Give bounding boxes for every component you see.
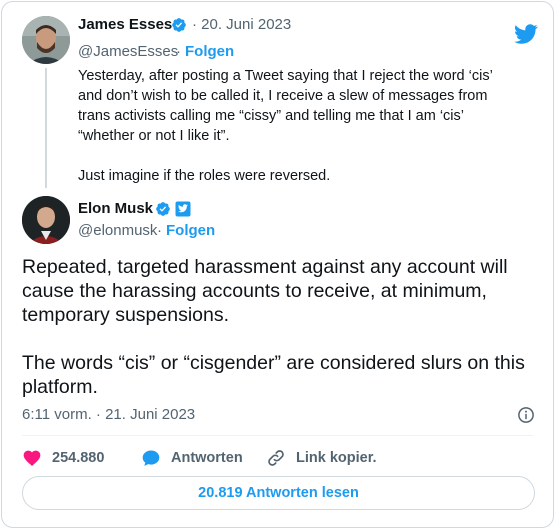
reply-label: Antworten: [171, 450, 243, 466]
quoted-tweet-text: Yesterday, after posting a Tweet saying …: [78, 66, 518, 186]
quoted-author-handle[interactable]: @JamesEsses: [78, 43, 178, 60]
quoted-tweet-paragraph-1: Yesterday, after posting a Tweet saying …: [78, 68, 493, 144]
verified-badge-icon: [172, 18, 186, 32]
verified-badge-icon: [156, 202, 170, 216]
like-button[interactable]: 254.880: [22, 448, 104, 468]
avatar-image: [22, 196, 70, 244]
avatar-elon-musk[interactable]: [22, 196, 70, 244]
heart-icon: [23, 450, 41, 466]
handle-separator: ·: [176, 43, 181, 60]
quoted-tweet-date[interactable]: · 20. Juni 2023: [192, 16, 291, 33]
main-author-handle[interactable]: @elonmusk: [78, 222, 157, 239]
reply-button[interactable]: Antworten: [141, 448, 243, 468]
follow-button-james-esses[interactable]: Folgen: [185, 43, 234, 60]
copy-link-label: Link kopier.: [296, 450, 377, 466]
reply-bubble-icon: [142, 450, 160, 466]
main-tweet-paragraph-2: The words “cis” or “cisgender” are consi…: [22, 352, 525, 398]
main-author-name[interactable]: Elon Musk: [78, 200, 153, 217]
divider: [22, 435, 533, 436]
quoted-tweet-paragraph-2: Just imagine if the roles were reversed.: [78, 168, 331, 184]
read-replies-button[interactable]: 20.819 Antworten lesen: [22, 476, 535, 510]
main-tweet-text: Repeated, targeted harassment against an…: [22, 255, 537, 399]
avatar-image: [22, 16, 70, 64]
avatar-james-esses[interactable]: [22, 16, 70, 64]
link-icon: [268, 450, 284, 466]
copy-link-button[interactable]: Link kopier.: [266, 448, 377, 468]
follow-button-elon-musk[interactable]: Folgen: [166, 222, 215, 239]
quoted-author-name[interactable]: James Esses: [78, 16, 172, 33]
like-count: 254.880: [52, 450, 105, 466]
info-icon[interactable]: [517, 406, 535, 424]
twitter-affiliate-badge-icon[interactable]: [175, 201, 191, 217]
tweet-timestamp[interactable]: 6:11 vorm. · 21. Juni 2023: [22, 406, 195, 423]
twitter-bird-icon[interactable]: [514, 22, 538, 46]
embedded-tweet-card: James Esses · 20. Juni 2023 @JamesEsses …: [1, 1, 554, 528]
thread-connector-line: [45, 68, 47, 188]
main-tweet-paragraph-1: Repeated, targeted harassment against an…: [22, 256, 508, 326]
handle-separator: ·: [157, 222, 162, 239]
